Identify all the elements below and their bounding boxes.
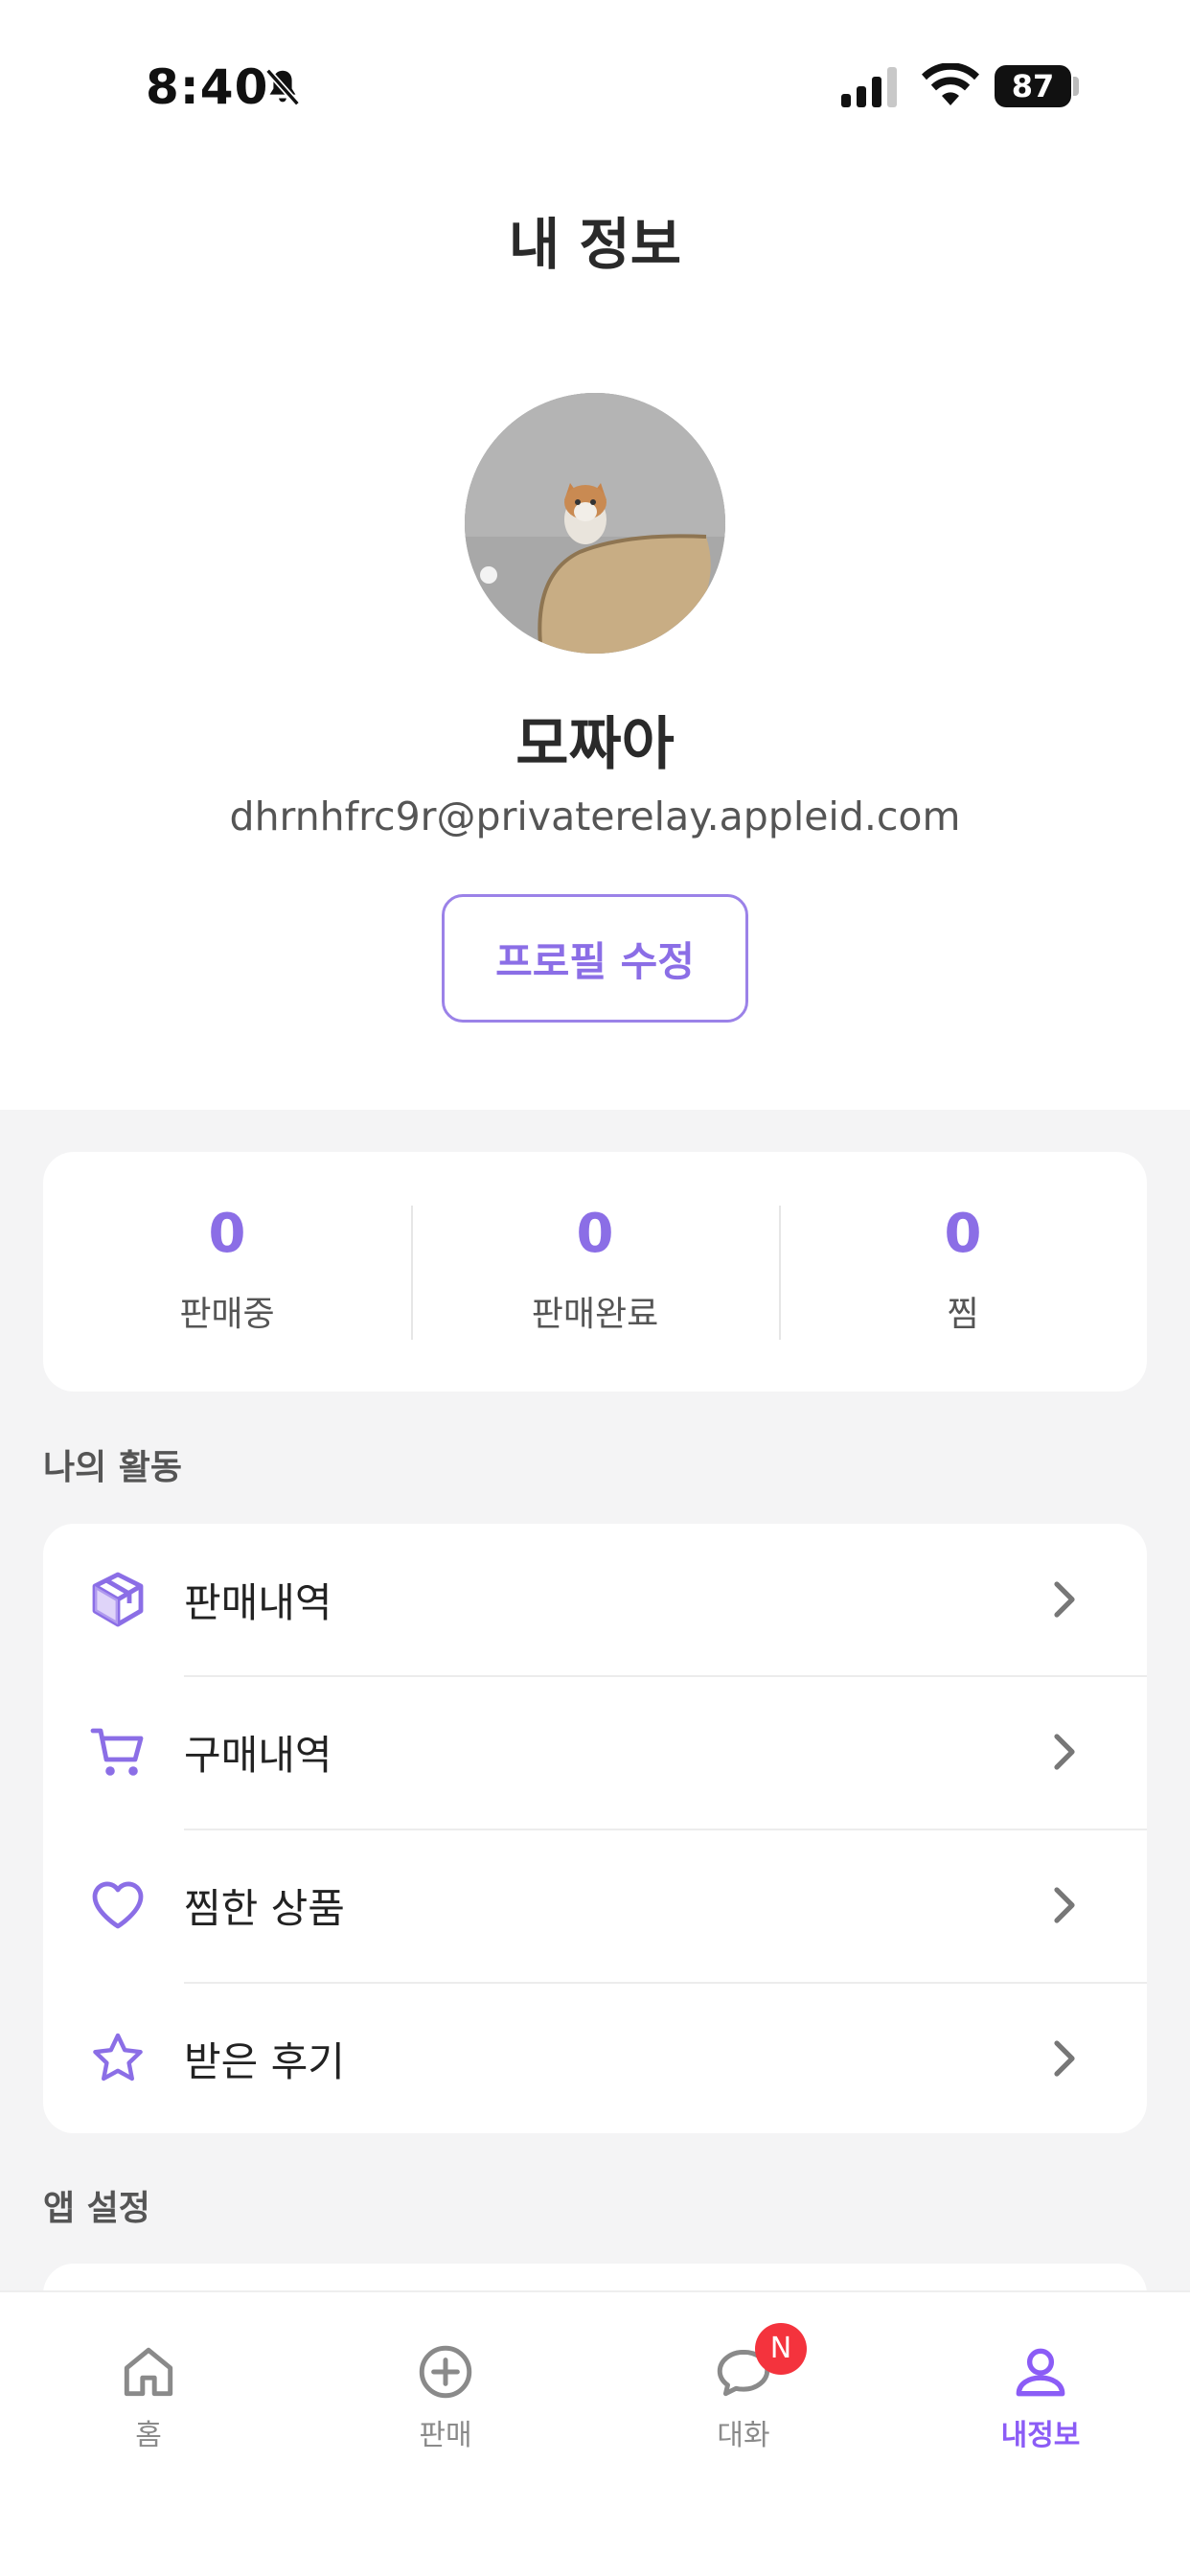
tab-chat[interactable]: N 대화 [648,2323,839,2453]
tab-my-info[interactable]: 내정보 [945,2340,1136,2453]
menu-item-sales-history[interactable]: 판매내역 [43,1524,1147,1675]
stat-wishlist[interactable]: 0 찜 [779,1152,1147,1392]
tab-label: 판매 [419,2419,472,2452]
wifi-icon [922,63,979,105]
tab-bar: 홈 판매 N 대화 내정보 [0,2290,1190,2576]
star-icon [93,2033,143,2082]
chevron-right-icon [1054,2040,1075,2077]
box-icon [92,1572,144,1627]
chevron-right-icon [1054,1734,1075,1770]
plus-circle-icon [419,2345,472,2399]
stat-value: 0 [208,1203,246,1265]
menu-item-purchase-history[interactable]: 구매내역 [43,1675,1147,1828]
avatar-photo [465,393,725,654]
tab-sell[interactable]: 판매 [350,2340,541,2453]
chevron-right-icon [1054,1581,1075,1618]
stat-value: 0 [944,1203,982,1265]
status-time: 8:40 [146,59,269,115]
profile-name: 모짜아 [515,711,675,778]
stat-sold[interactable]: 0 판매완료 [411,1152,779,1392]
stat-label: 찜 [947,1295,979,1334]
avatar[interactable] [465,393,725,654]
menu-item-label: 판매내역 [184,1578,332,1626]
stat-label: 판매중 [179,1295,275,1334]
tab-label: 내정보 [1000,2419,1081,2452]
tab-label: 대화 [717,2419,770,2452]
page-title: 내 정보 [508,212,682,277]
menu-item-reviews[interactable]: 받은 후기 [43,1982,1147,2133]
tab-label: 홈 [135,2419,162,2452]
section-title-settings: 앱 설정 [43,2189,150,2228]
home-icon [124,2347,173,2397]
signal-icon [841,67,897,107]
stat-value: 0 [576,1203,614,1265]
edit-profile-button[interactable]: 프로필 수정 [442,894,748,1023]
tab-home[interactable]: 홈 [53,2340,244,2453]
section-title-activity: 나의 활동 [43,1448,183,1487]
new-badge: N [755,2323,807,2375]
battery-tip [1073,77,1079,96]
activity-menu: 판매내역 구매내역 찜한 상품 받은 후기 [43,1524,1147,2133]
menu-item-label: 받은 후기 [184,2037,345,2085]
battery-indicator: 87 [995,65,1071,107]
menu-item-label: 구매내역 [184,1731,332,1779]
stat-label: 판매완료 [531,1295,659,1334]
menu-item-label: 찜한 상품 [184,1884,345,1932]
status-bar: 8:40 87 [0,0,1190,144]
stat-selling[interactable]: 0 판매중 [43,1152,411,1392]
heart-icon [92,1881,144,1929]
menu-item-wishlist[interactable]: 찜한 상품 [43,1828,1147,1982]
user-icon [1016,2348,1065,2397]
stats-card: 0 판매중 0 판매완료 0 찜 [43,1152,1147,1392]
chevron-right-icon [1054,1887,1075,1923]
bell-muted-icon [265,68,300,106]
profile-email: dhrnhfrc9r@privaterelay.appleid.com [229,794,961,840]
cart-icon [90,1728,144,1776]
